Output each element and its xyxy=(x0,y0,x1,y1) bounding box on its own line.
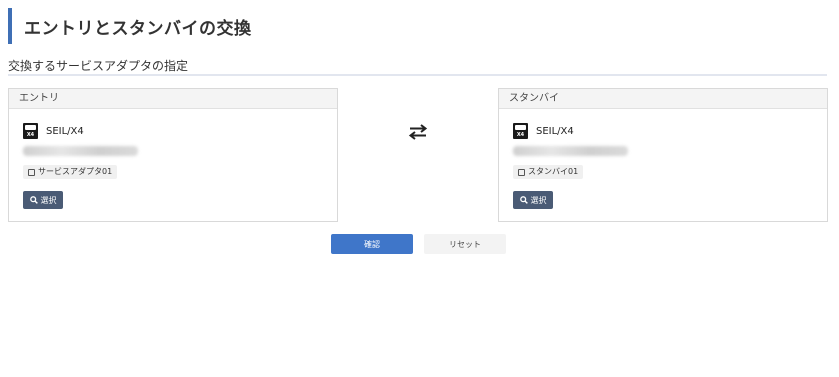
entry-device-row: X4 SEIL/X4 xyxy=(23,123,84,139)
reset-button[interactable]: リセット xyxy=(424,234,506,254)
search-icon xyxy=(519,196,528,204)
search-icon xyxy=(29,196,38,204)
entry-blurred-id xyxy=(23,146,138,156)
entry-select-label: 選択 xyxy=(40,195,57,205)
section-divider xyxy=(8,74,827,76)
standby-select-button[interactable]: 選択 xyxy=(513,191,553,209)
page-header: エントリとスタンバイの交換 xyxy=(8,8,308,44)
standby-device-row: X4 SEIL/X4 xyxy=(513,123,574,139)
confirm-button[interactable]: 確認 xyxy=(331,234,413,254)
device-badge: X4 xyxy=(516,132,525,138)
entry-adapter-tag-label: サービスアダプタ01 xyxy=(38,167,113,176)
standby-panel-header: スタンバイ xyxy=(499,89,827,109)
page-title: エントリとスタンバイの交換 xyxy=(24,18,252,39)
entry-device-name: SEIL/X4 xyxy=(46,125,84,137)
standby-adapter-tag-label: スタンバイ01 xyxy=(528,167,579,176)
tag-icon xyxy=(28,168,35,176)
standby-panel: スタンバイ X4 SEIL/X4 スタンバイ01 選択 xyxy=(498,88,828,222)
entry-panel: エントリ X4 SEIL/X4 サービスアダプタ01 選択 xyxy=(8,88,338,222)
standby-device-name: SEIL/X4 xyxy=(536,125,574,137)
router-device-icon: X4 xyxy=(23,123,38,139)
standby-blurred-id xyxy=(513,146,628,156)
swap-arrows-icon xyxy=(408,124,428,140)
entry-adapter-tag: サービスアダプタ01 xyxy=(23,165,118,179)
entry-select-button[interactable]: 選択 xyxy=(23,191,63,209)
device-badge: X4 xyxy=(26,132,35,138)
router-device-icon: X4 xyxy=(513,123,528,139)
section-title: 交換するサービスアダプタの指定 xyxy=(8,59,189,73)
standby-select-label: 選択 xyxy=(530,195,547,205)
standby-adapter-tag: スタンバイ01 xyxy=(513,165,584,179)
entry-panel-header: エントリ xyxy=(9,89,337,109)
tag-icon xyxy=(518,168,525,176)
